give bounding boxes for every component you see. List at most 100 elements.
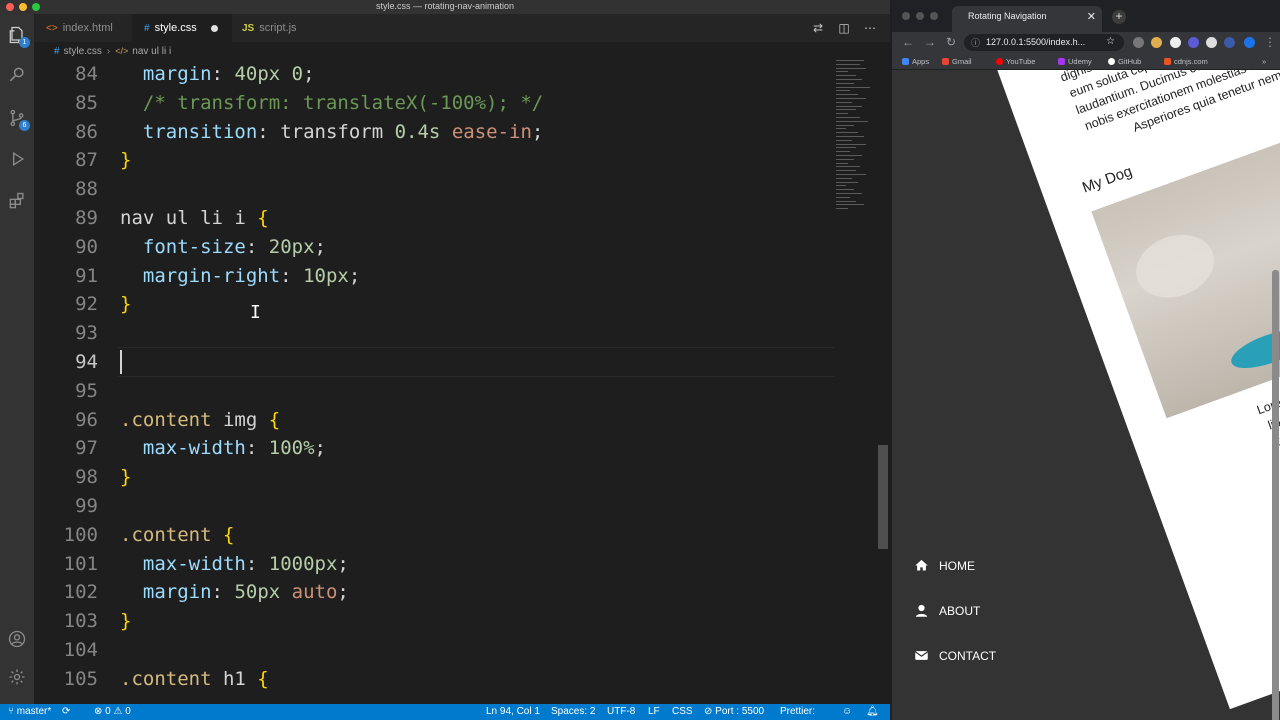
open-changes-icon[interactable]: ⇄ — [810, 20, 826, 36]
more-actions-icon[interactable]: ⋯ — [862, 20, 878, 36]
minimap-line — [836, 82, 854, 84]
language-mode[interactable]: CSS — [672, 706, 693, 717]
bookmark-udemy[interactable]: Udemy — [1058, 57, 1092, 66]
encoding-status[interactable]: UTF-8 — [607, 706, 635, 717]
browser-tab[interactable]: Rotating Navigation ✕ — [952, 6, 1102, 32]
line-number: 100 — [63, 523, 98, 546]
extension-icon[interactable] — [1170, 37, 1181, 48]
code-line[interactable]: 98} — [34, 463, 834, 492]
browser-menu-icon[interactable]: ⋮ — [1264, 35, 1276, 49]
extension-icon[interactable] — [1133, 37, 1144, 48]
sync-icon[interactable]: ⟳ — [62, 706, 70, 717]
indentation-status[interactable]: Spaces: 2 — [551, 706, 595, 717]
close-tab-icon[interactable]: ✕ — [1087, 10, 1096, 23]
nav-home-link[interactable]: HOME — [914, 558, 975, 573]
code-line[interactable]: 96 .content img { — [34, 406, 834, 435]
eol-status[interactable]: LF — [648, 706, 660, 717]
address-bar[interactable]: ⓘ 127.0.0.1:5500/index.h... — [964, 34, 1124, 51]
tab-script-js[interactable]: JS script.js — [230, 14, 320, 42]
more-bookmarks-icon[interactable]: » — [1262, 57, 1266, 66]
bookmark-cdnjs[interactable]: cdnjs.com — [1164, 57, 1208, 66]
code-text: /* transform: translateX(-100%); */ — [120, 91, 544, 114]
feedback-icon[interactable]: ☺ — [842, 706, 852, 717]
search-icon[interactable] — [6, 64, 28, 86]
minimap-line — [836, 185, 846, 187]
code-line[interactable]: 87} — [34, 146, 834, 175]
code-line[interactable]: 100 .content { — [34, 521, 834, 550]
bookmark-gmail[interactable]: Gmail — [942, 57, 972, 66]
code-line[interactable]: 101 max-width: 1000px; — [34, 550, 834, 579]
minimize-window-button[interactable] — [916, 12, 924, 20]
bookmark-star-icon[interactable]: ☆ — [1106, 36, 1115, 47]
bookmark-youtube[interactable]: YouTube — [996, 57, 1035, 66]
text-caret — [120, 350, 122, 374]
minimap-line — [836, 196, 850, 198]
notifications-bell-icon[interactable]: 🔔︎ — [866, 706, 879, 717]
bookmark-label: GitHub — [1118, 57, 1142, 66]
code-line[interactable]: 97 max-width: 100%; — [34, 434, 834, 463]
live-server-port[interactable]: ⊘ Port : 5500 — [704, 706, 764, 717]
extension-icon[interactable] — [1188, 37, 1199, 48]
code-line[interactable]: 86 transition: transform 0.4s ease-in; — [34, 118, 834, 147]
unsaved-dot-icon[interactable] — [210, 24, 218, 32]
code-line[interactable]: 99 — [34, 492, 834, 521]
tab-style-css[interactable]: # style.css — [132, 14, 232, 42]
code-line[interactable]: 89 nav ul li i { — [34, 204, 834, 233]
close-window-button[interactable] — [902, 12, 910, 20]
profile-avatar-icon[interactable] — [1244, 37, 1255, 48]
minimap-line — [836, 147, 856, 149]
code-line[interactable]: 90 font-size: 20px; — [34, 233, 834, 262]
editor-scrollbar[interactable] — [878, 445, 888, 549]
minimap-line — [836, 204, 864, 206]
manage-gear-icon[interactable] — [6, 666, 28, 688]
code-line[interactable]: 103} — [34, 607, 834, 636]
code-line[interactable]: 84 margin: 40px 0; — [34, 60, 834, 89]
account-icon[interactable] — [6, 628, 28, 650]
code-line[interactable]: 85 /* transform: translateX(-100%); */ — [34, 89, 834, 118]
status-bar: ⑂ master* ⟳ ⊗ 0 ⚠ 0 Ln 94, Col 1 Spaces:… — [0, 704, 890, 720]
explorer-icon[interactable]: 1 — [6, 24, 30, 48]
bookmark-label: cdnjs.com — [1174, 57, 1208, 66]
prettier-status[interactable]: Prettier: — [780, 706, 815, 717]
maximize-window-button[interactable] — [930, 12, 938, 20]
new-tab-button[interactable]: + — [1112, 10, 1126, 24]
section-heading: My Dog — [1080, 162, 1135, 197]
run-debug-icon[interactable] — [6, 148, 28, 170]
breadcrumb-file[interactable]: style.css — [64, 46, 102, 57]
code-line[interactable]: 94 — [34, 348, 834, 377]
extension-icon[interactable] — [1224, 37, 1235, 48]
git-branch-status[interactable]: ⑂ master* — [8, 706, 51, 717]
code-line[interactable]: 102 margin: 50px auto; — [34, 578, 834, 607]
code-line[interactable]: 104 — [34, 636, 834, 665]
bookmark-apps[interactable]: Apps — [902, 57, 929, 66]
tab-label: style.css — [154, 22, 197, 34]
line-number: 95 — [75, 379, 98, 402]
code-line[interactable]: 95 — [34, 377, 834, 406]
page-scrollbar[interactable] — [1272, 270, 1279, 720]
code-line[interactable]: 91 margin-right: 10px; — [34, 262, 834, 291]
breadcrumb-selector[interactable]: nav ul li i — [132, 46, 171, 57]
problems-status[interactable]: ⊗ 0 ⚠ 0 — [94, 706, 131, 717]
forward-arrow-icon[interactable]: → — [924, 35, 936, 49]
code-line[interactable]: 92} — [34, 290, 834, 319]
minimap[interactable] — [834, 60, 878, 220]
extensions-icon[interactable] — [6, 190, 28, 212]
port-label: Port : 5500 — [715, 706, 765, 717]
code-line[interactable]: 88 — [34, 175, 834, 204]
nav-contact-link[interactable]: CONTACT — [914, 648, 996, 663]
tab-index-html[interactable]: <> index.html — [34, 14, 130, 42]
nav-about-link[interactable]: ABOUT — [914, 603, 980, 618]
css-file-icon: # — [54, 45, 60, 57]
code-line[interactable]: 105 .content h1 { — [34, 665, 834, 694]
reload-icon[interactable]: ↻ — [946, 35, 956, 49]
code-line[interactable]: 93 — [34, 319, 834, 348]
cursor-position[interactable]: Ln 94, Col 1 — [486, 706, 540, 717]
bookmark-github[interactable]: GitHub — [1108, 57, 1141, 66]
web-page-viewport[interactable]: cumq ...pariatur sunt q...natus veritati… — [892, 70, 1280, 720]
extension-icon[interactable] — [1151, 37, 1162, 48]
extensions-puzzle-icon[interactable] — [1206, 37, 1217, 48]
back-arrow-icon[interactable]: ← — [902, 35, 914, 49]
source-control-icon[interactable]: 6 — [6, 107, 30, 131]
split-editor-icon[interactable]: ◫ — [836, 20, 852, 36]
code-editor[interactable]: 84 margin: 40px 0; 85 /* transform: trans… — [34, 60, 882, 704]
